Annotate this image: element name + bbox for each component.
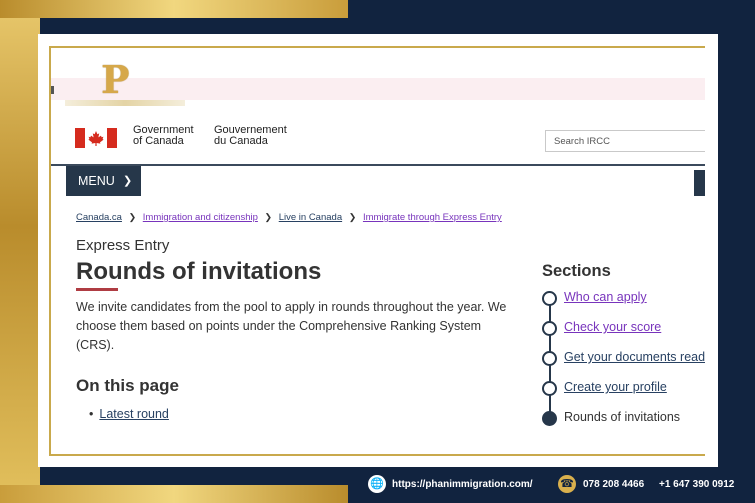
toc-link-latest-round[interactable]: Latest round <box>99 407 169 421</box>
brand-logo-tagline <box>65 100 185 106</box>
phone-number-2[interactable]: +1 647 390 0912 <box>659 479 734 497</box>
menu-label: MENU <box>78 174 115 188</box>
breadcrumb-link[interactable]: Immigrate through Express Entry <box>363 212 502 223</box>
step-label-current: Rounds of invitations <box>564 410 681 424</box>
intro-paragraph: We invite candidates from the pool to ap… <box>76 300 507 352</box>
page-kicker: Express Entry <box>76 237 170 254</box>
canada-flag-icon <box>75 128 117 148</box>
step-circle-icon <box>542 351 557 366</box>
step-link-check-your-score[interactable]: Check your score <box>564 320 661 334</box>
top-banner-strip <box>51 78 705 100</box>
chevron-right-icon: ❯ <box>348 212 357 222</box>
step-link-who-can-apply[interactable]: Who can apply <box>564 290 647 304</box>
step-circle-icon <box>542 291 557 306</box>
gold-frame-left <box>0 0 40 503</box>
chevron-down-icon: ❯ <box>123 175 133 187</box>
breadcrumb-link[interactable]: Canada.ca <box>76 212 122 223</box>
step-circle-icon <box>542 321 557 336</box>
step-circle-icon <box>542 381 557 396</box>
header-divider <box>51 164 705 166</box>
gc-wordmark-english[interactable]: Government of Canada <box>133 125 194 147</box>
phone-number-1[interactable]: 078 208 4466 <box>583 479 644 497</box>
breadcrumb-link[interactable]: Live in Canada <box>279 212 342 223</box>
bullet-icon: • <box>89 407 94 421</box>
chevron-right-icon: ❯ <box>128 212 137 222</box>
step-current-icon <box>542 411 557 426</box>
sections-heading: Sections <box>542 262 611 280</box>
chevron-right-icon: ❯ <box>264 212 273 222</box>
on-this-page-heading: On this page <box>76 376 179 395</box>
phone-icon: ☎ <box>558 475 576 493</box>
search-input[interactable]: Search IRCC <box>545 130 705 152</box>
breadcrumb-link[interactable]: Immigration and citizenship <box>143 212 258 223</box>
wordmark-line: du Canada <box>214 135 268 147</box>
step-link-create-profile[interactable]: Create your profile <box>564 380 667 394</box>
edge-mark <box>51 86 54 94</box>
gold-frame-top <box>0 0 348 18</box>
title-underline <box>76 288 118 291</box>
gc-wordmark-french[interactable]: Gouvernement du Canada <box>214 125 287 147</box>
gold-frame-bottom <box>0 485 348 503</box>
browser-view: P Government of Canada Gouvernement du C… <box>49 46 705 456</box>
brand-logo: P <box>101 57 130 102</box>
step-link-get-documents[interactable]: Get your documents read <box>564 350 705 364</box>
search-submit-button[interactable] <box>694 170 705 196</box>
toc-item: • Latest round <box>89 407 169 421</box>
page-title: Rounds of invitations <box>76 258 322 285</box>
wordmark-line: of Canada <box>133 135 184 147</box>
website-url[interactable]: https://phanimmigration.com/ <box>392 479 533 497</box>
menu-button[interactable]: MENU ❯ <box>66 166 141 196</box>
globe-icon: 🌐 <box>368 475 386 493</box>
breadcrumb: Canada.ca ❯ Immigration and citizenship … <box>76 212 502 223</box>
